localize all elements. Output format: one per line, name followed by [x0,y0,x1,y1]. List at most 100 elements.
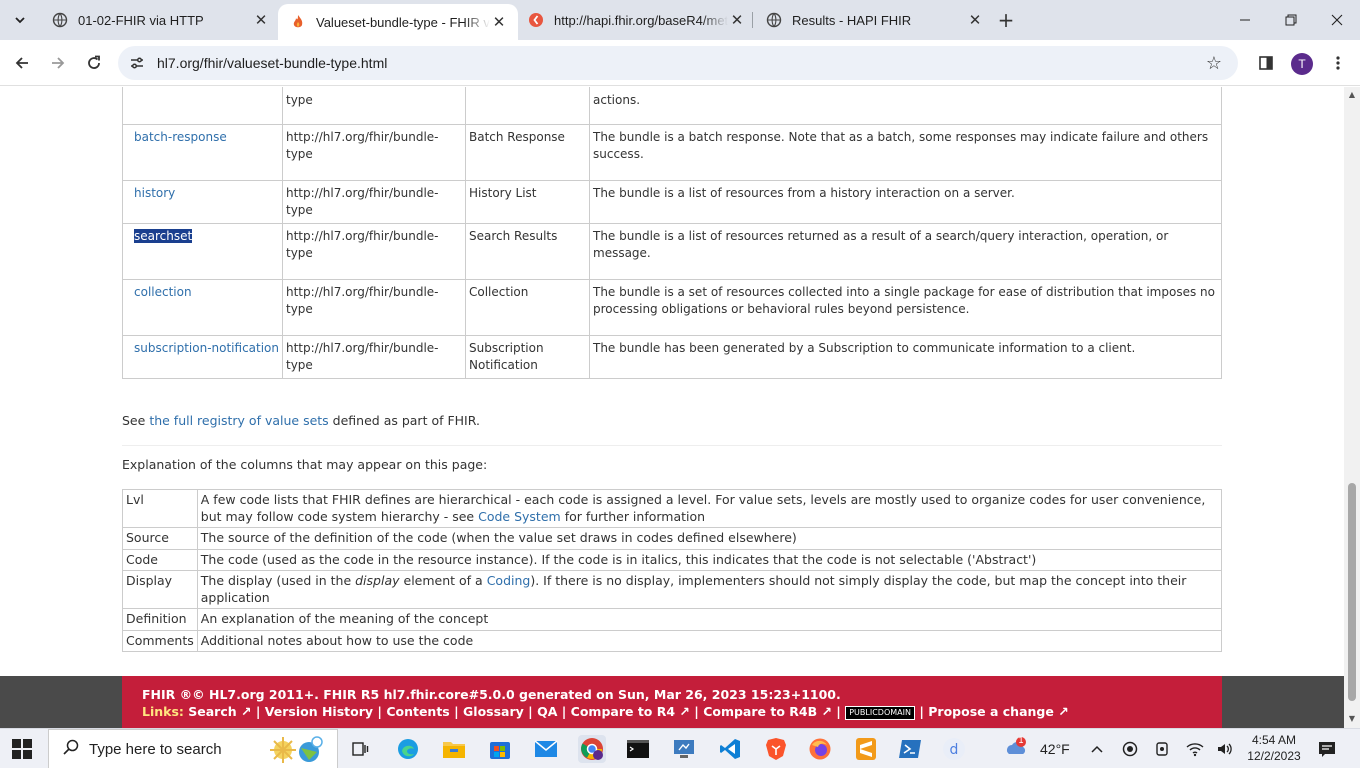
close-tab-icon[interactable]: ✕ [966,11,984,29]
vertical-scrollbar[interactable]: ▲ ▼ [1344,87,1360,728]
close-tab-icon[interactable]: ✕ [728,11,746,29]
footer-link-compare-r4[interactable]: Compare to R4 [571,704,675,719]
device-icon[interactable] [1154,729,1170,768]
dictionary-app-icon[interactable]: d [940,735,968,763]
coding-link[interactable]: Coding [487,573,531,588]
display-text: Collection [465,279,590,336]
explanation-intro: Explanation of the columns that may appe… [122,457,488,472]
code-link-subscription-notification[interactable]: subscription-notification [134,341,279,355]
chrome-icon[interactable] [578,735,606,763]
scroll-thumb[interactable] [1348,483,1356,701]
reload-button[interactable] [78,47,110,79]
footer-link-qa[interactable]: QA [537,704,557,719]
description-text: The display (used in the [200,573,352,588]
table-row: Source The source of the definition of t… [122,527,1223,550]
terminal-icon[interactable] [624,735,652,763]
restore-icon [1285,14,1297,26]
browser-toolbar: hl7.org/fhir/valueset-bundle-type.html ☆ [0,40,1360,86]
powershell-icon[interactable] [896,735,924,763]
search-highlight-icon [265,734,329,768]
globe-icon [52,12,68,28]
side-panel-button[interactable] [1250,47,1282,79]
show-hidden-icons-chevron-up-icon[interactable] [1090,729,1104,768]
column-name: Lvl [122,489,198,528]
footer-links: Links: Search ↗ | Version History | Cont… [142,704,1069,720]
tab-hapi-metadata[interactable]: http://hapi.fhir.org/baseR4/metadata ✕ [516,4,756,36]
back-button[interactable] [6,47,38,79]
system-text: http://hl7.org/fhir/bundle-type [282,124,466,181]
task-view-icon[interactable] [346,735,374,763]
windows-start-icon[interactable] [12,739,32,759]
record-icon[interactable] [1122,729,1138,768]
tab-valueset-bundle-type[interactable]: Valueset-bundle-type - FHIR v5.0.0 ✕ [278,4,518,40]
brave-icon[interactable] [762,735,790,763]
file-explorer-icon[interactable] [440,735,468,763]
code-link-batch-response[interactable]: batch-response [134,130,227,144]
volume-icon[interactable] [1216,729,1234,768]
footer-link-glossary[interactable]: Glossary [463,704,524,719]
column-description: An explanation of the meaning of the con… [196,608,1223,631]
table-row: Lvl A few code lists that FHIR defines a… [122,489,1223,528]
restore-button[interactable] [1268,0,1314,40]
arrow-right-icon [52,57,65,69]
chevron-down-icon [15,17,25,24]
remote-desktop-icon[interactable] [670,735,698,763]
site-info-icon[interactable] [120,46,154,80]
close-window-button[interactable] [1314,0,1360,40]
weather-temp: 42°F [1040,741,1070,757]
firefox-icon[interactable] [806,735,834,763]
close-icon [1331,14,1343,26]
vscode-icon[interactable] [716,735,744,763]
propose-change-link[interactable]: Propose a change [928,704,1054,719]
profile-avatar[interactable]: T [1291,53,1313,75]
footer-link-search[interactable]: Search [188,704,236,719]
scroll-up-arrow-icon[interactable]: ▲ [1348,91,1356,99]
system-text: type [286,93,313,107]
tab-hapi-results[interactable]: Results - HAPI FHIR ✕ [754,4,994,36]
external-link-icon: ↗ [817,704,832,719]
table-row: Code The code (used as the code in the r… [122,548,1223,571]
wifi-icon[interactable] [1186,729,1204,768]
column-name: Definition [122,608,198,631]
close-tab-icon[interactable]: ✕ [490,13,508,31]
column-description: The source of the definition of the code… [196,527,1223,550]
address-bar[interactable]: hl7.org/fhir/valueset-bundle-type.html ☆ [118,46,1238,80]
menu-button[interactable] [1322,47,1354,79]
forward-button[interactable] [42,47,74,79]
minimize-button[interactable] [1222,0,1268,40]
footer-link-contents[interactable]: Contents [386,704,449,719]
registry-prefix: See [122,413,146,428]
code-link-searchset[interactable]: searchset [134,229,193,243]
weather-widget[interactable]: 1 42°F [1004,729,1070,768]
microsoft-store-icon[interactable] [486,735,514,763]
taskbar-search-box[interactable]: Type here to search [48,729,338,768]
registry-link[interactable]: the full registry of value sets [149,413,328,428]
svg-text:d: d [950,742,959,758]
close-tab-icon[interactable]: ✕ [252,11,270,29]
bookmark-star-icon[interactable]: ☆ [1198,47,1230,79]
tab-fhir-via-http[interactable]: 01-02-FHIR via HTTP ✕ [40,4,280,36]
definition-text: The bundle is a list of resources from a… [589,180,1222,224]
search-icon [63,739,79,760]
system-text: http://hl7.org/fhir/bundle-type [282,180,466,224]
system-clock[interactable]: 4:54 AM 12/2/2023 [1244,732,1304,764]
table-row: Comments Additional notes about how to u… [122,629,1223,652]
mail-icon[interactable] [532,735,560,763]
footer-link-version-history[interactable]: Version History [265,704,373,719]
code-system-link[interactable]: Code System [478,509,561,524]
scroll-down-arrow-icon[interactable]: ▼ [1348,715,1356,723]
notifications-icon[interactable] [1318,729,1336,768]
tab-search-button[interactable] [6,6,34,34]
tab-title: Results - HAPI FHIR [792,12,912,28]
footer-link-compare-r4b[interactable]: Compare to R4B [703,704,817,719]
registry-suffix: defined as part of FHIR. [332,413,480,428]
display-text: Batch Response [465,124,590,181]
code-link-history[interactable]: history [134,186,175,200]
public-domain-badge[interactable]: PUBLICDOMAIN [845,705,915,720]
code-link-collection[interactable]: collection [134,285,192,299]
table-row: batch-response http://hl7.org/fhir/bundl… [122,124,1222,181]
new-tab-button[interactable]: + [992,6,1020,34]
sublime-text-icon[interactable] [852,735,880,763]
definition-text: The bundle is a set of resources collect… [589,279,1222,336]
edge-icon[interactable] [394,735,422,763]
